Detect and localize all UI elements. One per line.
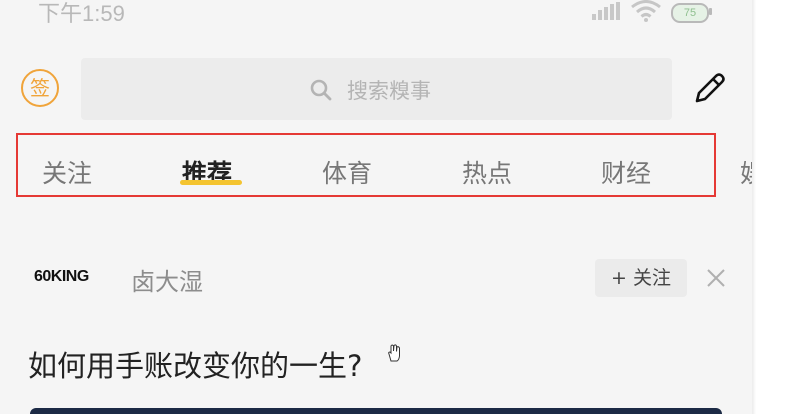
battery-indicator: 75 [671, 3, 709, 23]
sign-in-button[interactable]: 签 [21, 69, 59, 107]
author-name[interactable]: 卤大湿 [131, 262, 203, 297]
article-cover-image[interactable] [30, 408, 722, 414]
tab-entertainment[interactable]: 娱 [740, 154, 752, 190]
follow-button[interactable]: + 关注 [595, 259, 687, 297]
panel-shadow [752, 0, 756, 414]
close-icon[interactable] [706, 268, 726, 288]
edit-icon[interactable] [692, 70, 728, 106]
wifi-icon [631, 0, 661, 22]
hand-cursor-icon [388, 344, 400, 362]
signal-icon [592, 2, 620, 20]
article-title[interactable]: 如何用手账改变你的一生? [28, 343, 362, 385]
source-logo: 60KING [34, 268, 89, 285]
search-placeholder: 搜索糗事 [347, 79, 431, 103]
annotation-highlight-box [16, 133, 716, 197]
battery-tip [709, 8, 712, 15]
search-input[interactable]: 搜索糗事 [81, 58, 672, 120]
search-icon [310, 79, 332, 101]
app-screen: 下午1:59 75 签 搜索糗事 关注 推荐 体育 热点 财经 娱 60KIN [0, 0, 752, 414]
status-time: 下午1:59 [38, 1, 125, 26]
